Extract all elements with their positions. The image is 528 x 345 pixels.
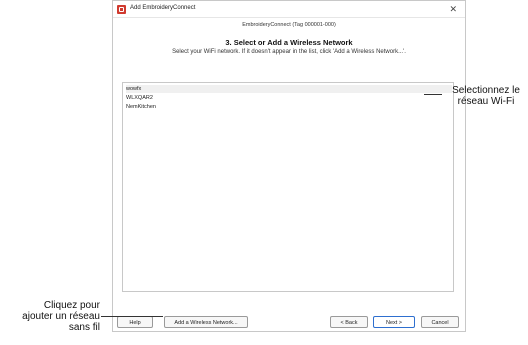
back-button[interactable]: < Back — [330, 316, 368, 328]
add-embroideryconnect-dialog: Add EmbroideryConnect ✕ EmbroideryConnec… — [112, 0, 466, 332]
next-button[interactable]: Next > — [373, 316, 415, 328]
instruction-text: Select your WiFi network. If it doesn't … — [172, 49, 406, 55]
wifi-network-list[interactable]: wowfx WLXQAR2 NemKitchen — [122, 82, 454, 292]
window-title: Add EmbroideryConnect — [130, 5, 196, 11]
cancel-button[interactable]: Cancel — [421, 316, 459, 328]
network-item-wlxqar2[interactable]: WLXQAR2 — [126, 94, 452, 102]
help-button[interactable]: Help — [117, 316, 153, 328]
add-callout-line2: ajouter un réseau — [22, 311, 100, 322]
select-network-callout: Selectionnez le réseau Wi-Fi — [444, 85, 528, 107]
add-wireless-network-button[interactable]: Add a Wireless Network... — [164, 316, 248, 328]
step-title: 3. Select or Add a Wireless Network — [225, 38, 353, 47]
select-callout-line2: réseau Wi-Fi — [457, 96, 515, 107]
add-callout-line1: Cliquez pour — [43, 300, 100, 311]
network-item-wowfx[interactable]: wowfx — [126, 85, 452, 93]
title-bar: Add EmbroideryConnect ✕ — [113, 1, 465, 18]
network-item-nemkitchen[interactable]: NemKitchen — [126, 103, 452, 111]
add-network-callout: Cliquez pour ajouter un réseau sans fil — [0, 300, 100, 333]
app-icon — [117, 5, 126, 14]
add-callout-line3: sans fil — [68, 322, 100, 333]
select-callout-line1: Selectionnez le — [452, 85, 520, 96]
close-icon[interactable]: ✕ — [449, 3, 457, 15]
device-tag-label: EmbroideryConnect (Tag 000001-000) — [242, 22, 336, 28]
add-callout-line — [101, 316, 163, 317]
select-callout-line — [424, 94, 442, 95]
